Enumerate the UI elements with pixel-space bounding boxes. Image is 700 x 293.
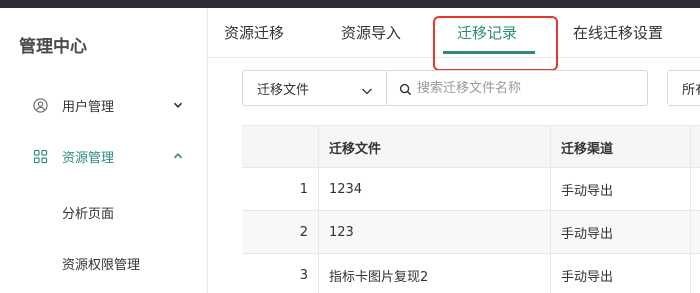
column-header-more — [690, 126, 700, 169]
column-header-channel: 迁移渠道 — [550, 126, 690, 169]
row-file-name: 123 — [318, 211, 550, 254]
search-box — [386, 70, 648, 106]
chevron-down-icon — [172, 99, 184, 111]
sidebar-item-users[interactable]: 用户管理 — [0, 85, 208, 125]
row-channel: 手动导出 — [550, 211, 690, 254]
row-file-name: 1234 — [318, 168, 550, 211]
row-channel: 手动导出 — [550, 254, 690, 293]
table-row[interactable]: 3 指标卡图片复现2 手动导出 — [242, 254, 700, 293]
row-more — [690, 211, 700, 254]
search-icon — [399, 81, 413, 96]
sidebar-subitem-permissions[interactable]: 资源权限管理 — [0, 243, 208, 283]
sidebar-item-label: 资源管理 — [62, 150, 115, 166]
filter-type-value: 迁移文件 — [257, 82, 310, 98]
row-index: 2 — [299, 225, 308, 240]
row-index: 1 — [299, 182, 308, 197]
filter-status-value: 所有 — [682, 82, 700, 98]
chevron-up-icon — [172, 150, 184, 162]
row-more — [690, 254, 700, 293]
sidebar-subitem-label: 资源权限管理 — [62, 257, 141, 273]
main-content: 资源迁移 资源导入 迁移记录 在线迁移设置 迁移文件 所有 迁移文件 迁移渠道 … — [209, 8, 700, 293]
filter-status-select[interactable]: 所有 — [667, 70, 700, 106]
row-more — [690, 168, 700, 211]
tab-resource-import[interactable]: 资源导入 — [341, 22, 401, 43]
table-row[interactable]: 2 123 手动导出 — [242, 211, 700, 254]
sidebar-subitem-analysis[interactable]: 分析页面 — [0, 192, 208, 232]
sidebar-subitem-label: 分析页面 — [62, 206, 115, 222]
row-index: 3 — [299, 268, 308, 283]
table-header-row: 迁移文件 迁移渠道 — [242, 125, 700, 169]
tab-resource-migration[interactable]: 资源迁移 — [224, 22, 284, 43]
row-channel: 手动导出 — [550, 168, 690, 211]
table-row[interactable]: 1 1234 手动导出 — [242, 168, 700, 211]
grid-icon — [32, 148, 48, 164]
user-circle-icon — [32, 97, 48, 113]
annotation-highlight-box — [433, 16, 558, 71]
tab-bar: 资源迁移 资源导入 迁移记录 在线迁移设置 — [209, 8, 700, 71]
sidebar-item-label: 用户管理 — [62, 99, 115, 115]
sidebar: 管理中心 用户管理 资源管理 分析页面 资源权限管理 — [0, 8, 208, 293]
column-header-file: 迁移文件 — [318, 126, 550, 169]
top-bar — [0, 0, 700, 8]
sidebar-item-resources[interactable]: 资源管理 — [0, 136, 208, 176]
search-input[interactable] — [417, 79, 637, 97]
filter-type-select[interactable]: 迁移文件 — [242, 70, 387, 106]
chevron-down-icon — [361, 82, 373, 95]
sidebar-title: 管理中心 — [19, 37, 87, 57]
tab-online-migration-settings[interactable]: 在线迁移设置 — [573, 22, 663, 43]
column-header-index — [242, 126, 318, 169]
row-file-name: 指标卡图片复现2 — [318, 254, 550, 293]
